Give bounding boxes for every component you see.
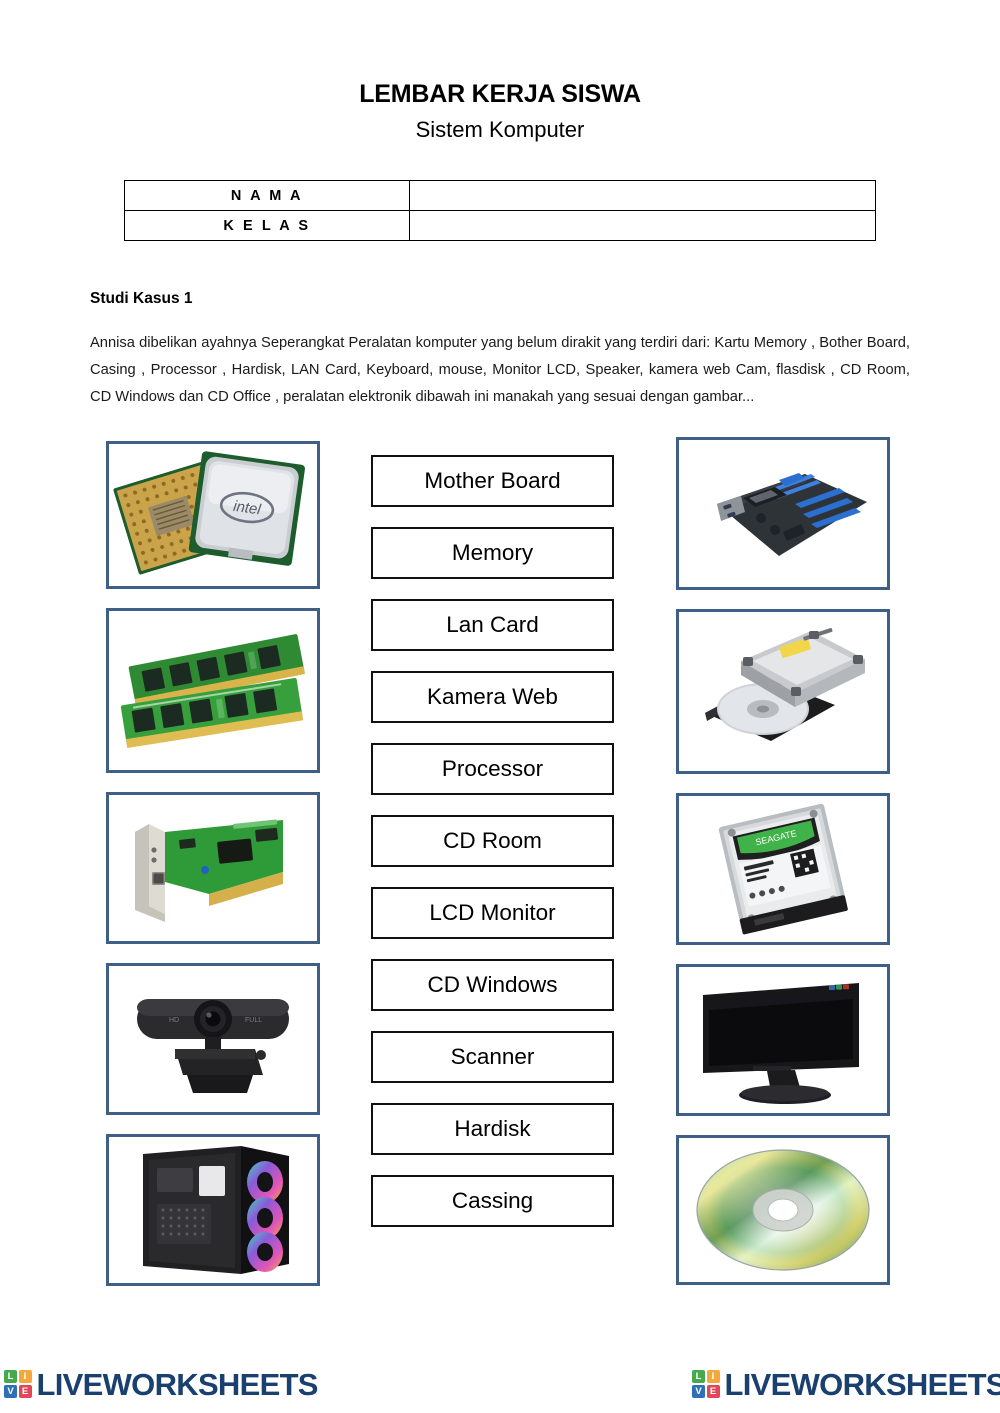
processor-cpu-illustration: intel xyxy=(109,444,317,586)
footer-logo-right: L I V E LIVEWORKSHEETS xyxy=(692,1363,1000,1405)
motherboard-photo[interactable] xyxy=(676,437,890,591)
logo-tile-l: L xyxy=(4,1370,17,1384)
match-label-cd-windows[interactable]: CD Windows xyxy=(371,959,614,1012)
table-row: N A M A xyxy=(124,180,876,212)
svg-text:FULL: FULL xyxy=(245,1017,262,1024)
match-label-cassing[interactable]: Cassing xyxy=(371,1175,614,1228)
lan-card-illustration xyxy=(109,795,317,941)
logo-tile-l: L xyxy=(692,1370,705,1384)
table-row: K E L A S xyxy=(124,210,876,242)
matching-exercise-area: intel HD FULL Mother Board Memory Lan Ca… xyxy=(0,425,1000,1287)
logo-tile-i: I xyxy=(18,1370,32,1384)
webcam-photo[interactable]: HD FULL xyxy=(106,963,320,1116)
footer-logo-left: L I V E LIVEWORKSHEETS xyxy=(4,1363,318,1405)
memory-ram-illustration xyxy=(109,611,317,770)
kelas-field[interactable] xyxy=(409,210,876,242)
match-label-hardisk[interactable]: Hardisk xyxy=(371,1103,614,1156)
logo-tile-v: V xyxy=(692,1384,705,1398)
match-label-lcd-monitor[interactable]: LCD Monitor xyxy=(371,887,614,940)
cd-disc-photo[interactable] xyxy=(676,1135,890,1286)
hard-disk-illustration: SEAGATE xyxy=(679,796,887,942)
match-label-memory[interactable]: Memory xyxy=(371,527,614,580)
lan-card-photo[interactable] xyxy=(106,792,320,945)
identity-table: N A M A K E L A S xyxy=(124,180,876,242)
webcam-illustration: HD FULL xyxy=(109,966,317,1112)
liveworksheets-tiles-icon: L I V E xyxy=(4,1370,32,1398)
nama-field[interactable] xyxy=(409,180,876,212)
label-column: Mother Board Memory Lan Card Kamera Web … xyxy=(371,455,614,1228)
cd-rom-drive-illustration xyxy=(679,612,887,771)
hard-disk-photo[interactable]: SEAGATE xyxy=(676,793,890,946)
logo-tile-e: E xyxy=(706,1384,720,1398)
kelas-label: K E L A S xyxy=(124,210,410,242)
processor-cpu-photo[interactable]: intel xyxy=(106,441,320,590)
case-study-paragraph: Annisa dibelikan ayahnya Seperangkat Per… xyxy=(90,335,910,406)
logo-tile-i: I xyxy=(706,1370,720,1384)
liveworksheets-wordmark: LIVEWORKSHEETS xyxy=(724,1366,1000,1402)
cd-disc-illustration xyxy=(679,1138,887,1282)
logo-tile-v: V xyxy=(4,1384,17,1398)
left-image-column: intel HD FULL xyxy=(106,441,320,1305)
liveworksheets-tiles-icon: L I V E xyxy=(692,1370,720,1398)
worksheet-header: LEMBAR KERJA SISWA Sistem Komputer xyxy=(0,0,1000,143)
match-label-lan-card[interactable]: Lan Card xyxy=(371,599,614,652)
match-label-mother-board[interactable]: Mother Board xyxy=(371,455,614,508)
match-label-processor[interactable]: Processor xyxy=(371,743,614,796)
page-subtitle: Sistem Komputer xyxy=(415,116,585,142)
case-study-heading: Studi Kasus 1 xyxy=(90,290,193,308)
svg-text:HD: HD xyxy=(169,1017,179,1024)
lcd-monitor-photo[interactable] xyxy=(676,964,890,1117)
pc-case-photo[interactable] xyxy=(106,1134,320,1287)
liveworksheets-wordmark: LIVEWORKSHEETS xyxy=(36,1366,319,1402)
match-label-cd-room[interactable]: CD Room xyxy=(371,815,614,868)
memory-ram-photo[interactable] xyxy=(106,608,320,774)
match-label-kamera-web[interactable]: Kamera Web xyxy=(371,671,614,724)
lcd-monitor-illustration xyxy=(679,967,887,1113)
pc-case-illustration xyxy=(109,1137,317,1283)
right-image-column: SEAGATE xyxy=(676,437,890,1304)
case-study-section: Studi Kasus 1 Annisa dibelikan ayahnya S… xyxy=(90,290,910,411)
logo-tile-e: E xyxy=(18,1384,32,1398)
match-label-scanner[interactable]: Scanner xyxy=(371,1031,614,1084)
motherboard-illustration xyxy=(679,440,887,587)
nama-label: N A M A xyxy=(124,180,410,212)
page-title: LEMBAR KERJA SISWA xyxy=(359,80,641,108)
cd-rom-drive-photo[interactable] xyxy=(676,609,890,775)
